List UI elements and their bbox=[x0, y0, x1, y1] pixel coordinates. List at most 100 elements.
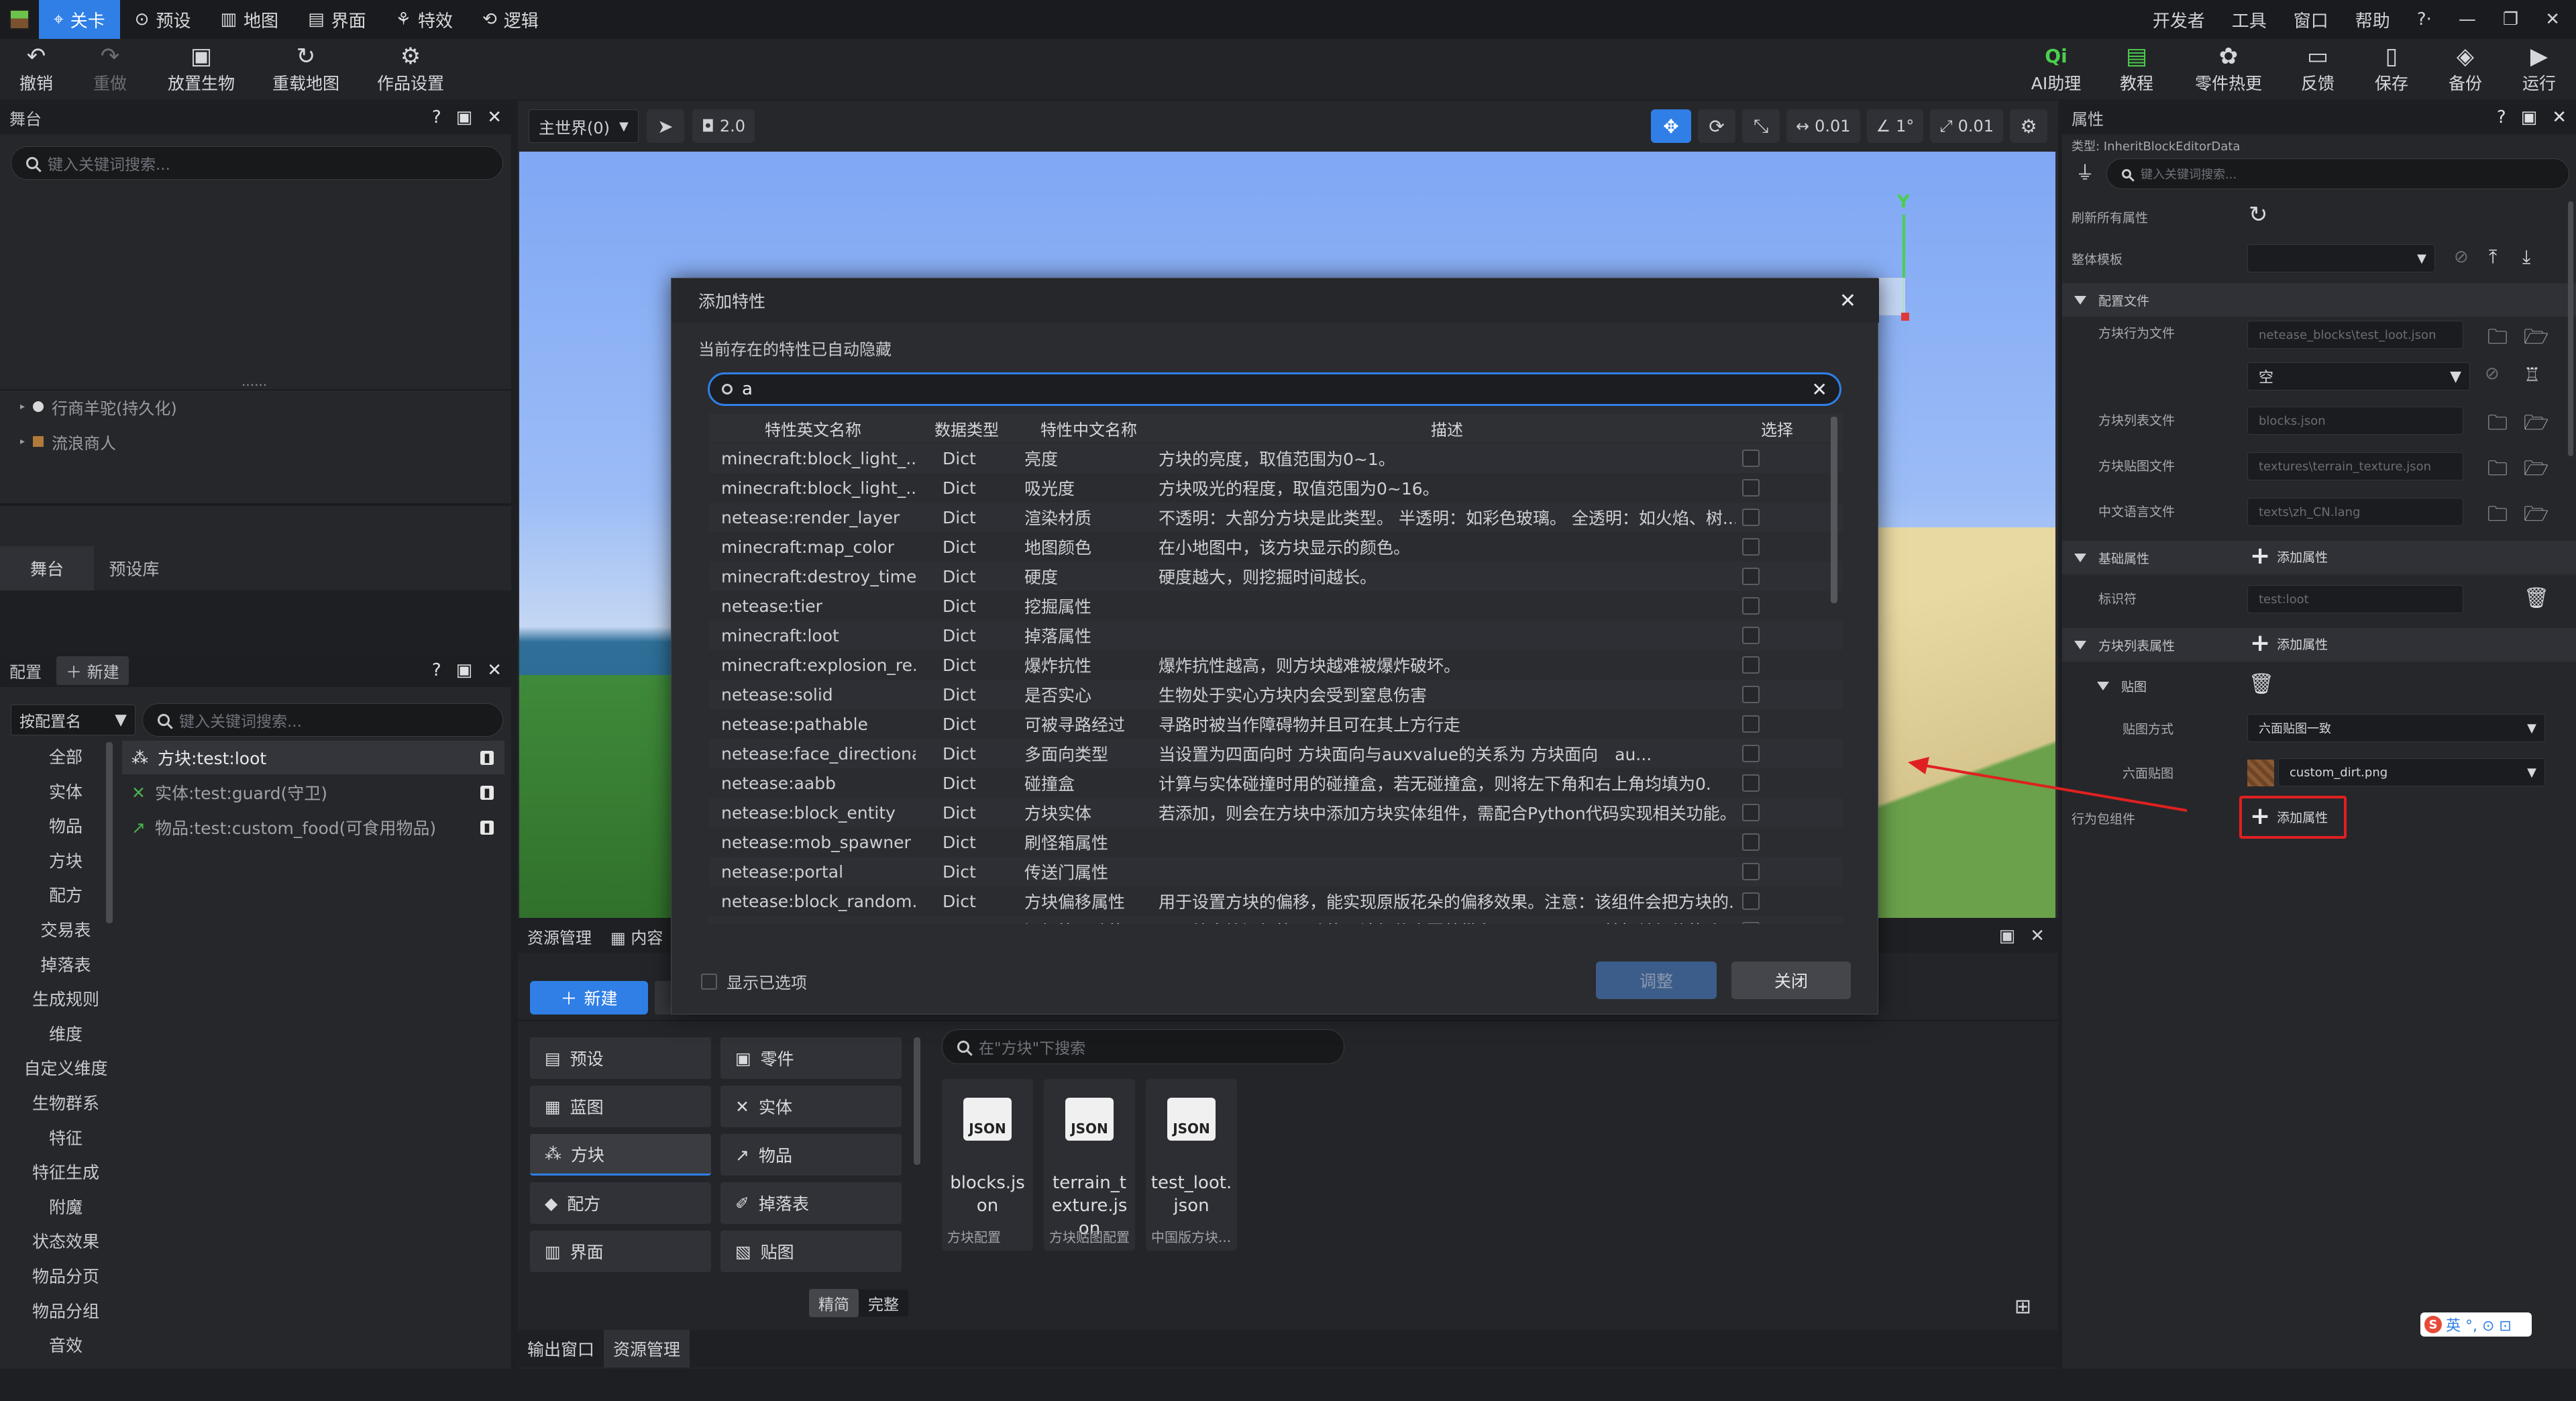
hot-update-button[interactable]: ✿ 零件热更 bbox=[2188, 39, 2269, 99]
properties-search-input[interactable]: 键入关键词搜索... bbox=[2106, 158, 2569, 189]
resource-category-button[interactable]: ▦ 蓝图 bbox=[530, 1086, 711, 1127]
table-row[interactable]: netease:block_random... Dict 方块偏移属性 用于设置方块的… bbox=[709, 886, 1843, 916]
resource-category-button[interactable]: ✐ 掉落表 bbox=[720, 1182, 902, 1224]
table-row[interactable]: minecraft:destroy_time Dict 硬度 硬度越大，则挖掘时间越长… bbox=[709, 562, 1843, 591]
close-icon[interactable]: ✕ bbox=[1839, 289, 1856, 313]
category-item[interactable]: 实体 bbox=[12, 776, 119, 809]
category-item[interactable]: 特征 bbox=[12, 1122, 119, 1155]
undo-button[interactable]: ↶ 撤销 bbox=[9, 39, 63, 99]
mode-compact[interactable]: 精简 bbox=[809, 1289, 859, 1317]
category-item[interactable]: 生物群系 bbox=[12, 1087, 119, 1121]
confirm-button[interactable]: 调整 bbox=[1596, 962, 1717, 999]
tab-output[interactable]: 输出窗口 bbox=[518, 1337, 604, 1361]
id-input[interactable]: test:loot bbox=[2247, 585, 2463, 613]
add-basic-attr-button[interactable]: + 添加属性 bbox=[2250, 544, 2328, 568]
settings-icon[interactable]: ⚙ bbox=[2010, 109, 2047, 143]
category-item[interactable]: 特征生成 bbox=[12, 1156, 119, 1190]
tab-resource-manager[interactable]: 资源管理 bbox=[604, 1330, 690, 1367]
table-row[interactable]: minecraft:block_light_... Dict 吸光度 方块吸光的程度，… bbox=[709, 473, 1843, 503]
mode-full[interactable]: 完整 bbox=[859, 1289, 908, 1317]
folder-icon[interactable]: 🗁 bbox=[2524, 454, 2548, 488]
folder-icon[interactable]: 🗁 bbox=[2524, 408, 2548, 442]
resource-category-button[interactable]: ▧ 贴图 bbox=[720, 1231, 902, 1272]
table-row[interactable]: netease:aabb Dict 碰撞盒 计算与实体碰撞时用的碰撞盒，若无碰撞盒，则… bbox=[709, 768, 1843, 798]
config-item[interactable]: ✕ 实体:test:guard(守卫) ▮ bbox=[122, 776, 504, 809]
download-icon[interactable]: ⤓ bbox=[2522, 246, 2530, 268]
category-item[interactable]: 物品 bbox=[12, 810, 119, 843]
texture-subsection[interactable]: 贴图 bbox=[2097, 672, 2147, 699]
resource-category-button[interactable]: ▣ 零件 bbox=[720, 1037, 902, 1079]
table-row[interactable]: netease:render_layer Dict 渲染材质 不透明：大部分方块是此类… bbox=[709, 503, 1843, 532]
open-folder-icon[interactable]: 🗀 bbox=[2487, 408, 2508, 442]
section-config-files[interactable]: 配置文件 bbox=[2062, 283, 2576, 317]
folder-icon[interactable]: 🗁 bbox=[2524, 499, 2548, 533]
tab-content[interactable]: ▦ 内容 bbox=[601, 925, 672, 948]
maximize-icon[interactable]: ▣ bbox=[456, 660, 473, 680]
angle-step[interactable]: ∠ 1° bbox=[1866, 109, 1924, 143]
rotate-tool-icon[interactable]: ⟳ bbox=[1698, 109, 1736, 143]
resource-category-button[interactable]: ✕ 实体 bbox=[720, 1086, 902, 1127]
select-checkbox[interactable] bbox=[1742, 892, 1760, 910]
save-button[interactable]: ▯ 保存 bbox=[2355, 39, 2428, 99]
show-selected-checkbox[interactable]: 显示已选项 bbox=[701, 970, 807, 993]
menu-effect[interactable]: ⚘ 特效 bbox=[381, 0, 468, 39]
table-row[interactable]: netease:mob_spawner Dict 刷怪箱属性 bbox=[709, 827, 1843, 857]
splitter-handle[interactable]: ······ bbox=[241, 377, 267, 393]
resources-new-button[interactable]: ＋新建 bbox=[530, 981, 648, 1015]
table-row[interactable]: netease:pathable Dict 可被寻路经过 寻路时被当作障碍物并且可在其… bbox=[709, 709, 1843, 739]
run-button[interactable]: ▶ 运行 bbox=[2502, 39, 2576, 99]
resources-scrollbar[interactable] bbox=[914, 1037, 920, 1165]
maximize-icon[interactable]: ▣ bbox=[1999, 926, 2016, 946]
menu-map[interactable]: ▥ 地图 bbox=[205, 0, 293, 39]
resource-category-button[interactable]: ▥ 界面 bbox=[530, 1231, 711, 1272]
close-window-icon[interactable]: ✕ bbox=[2545, 9, 2560, 30]
template-select[interactable]: ▼ bbox=[2247, 244, 2435, 272]
menu-window[interactable]: 窗口 bbox=[2294, 7, 2328, 32]
lang-file-input[interactable]: texts\zh_CN.lang bbox=[2247, 498, 2463, 526]
add-list-attr-button[interactable]: + 添加属性 bbox=[2250, 631, 2328, 656]
scale-tool-icon[interactable]: ⤡ bbox=[1742, 109, 1780, 143]
tab-stage[interactable]: 舞台 bbox=[0, 546, 94, 590]
work-settings-button[interactable]: ⚙ 作品设置 bbox=[370, 39, 451, 99]
select-checkbox[interactable] bbox=[1742, 568, 1760, 585]
send-icon[interactable]: ➤ bbox=[646, 109, 684, 143]
behavior-file-input[interactable]: netease_blocks\test_loot.json bbox=[2247, 321, 2463, 349]
close-icon[interactable]: ✕ bbox=[487, 660, 502, 680]
select-checkbox[interactable] bbox=[1742, 538, 1760, 556]
table-row[interactable]: netease:face_directional Dict 多面向类型 当设置为四面向… bbox=[709, 739, 1843, 768]
help-icon[interactable]: ?· bbox=[2417, 9, 2432, 30]
category-item[interactable]: 状态效果 bbox=[12, 1225, 119, 1259]
asset-file[interactable]: JSON blocks.json 方块配置 bbox=[942, 1079, 1033, 1251]
behavior-option-select[interactable]: 空 ▼ bbox=[2247, 362, 2470, 391]
scale-step[interactable]: ⤢ 0.01 bbox=[1930, 109, 2003, 143]
new-config-button[interactable]: ＋ 新建 bbox=[56, 656, 129, 685]
dialog-close-button[interactable]: 关闭 bbox=[1731, 962, 1851, 999]
config-search-input[interactable]: 键入关键词搜索... bbox=[142, 703, 503, 737]
select-checkbox[interactable] bbox=[1742, 686, 1760, 703]
category-item[interactable]: 配方 bbox=[12, 879, 119, 913]
category-item[interactable]: 物品分组 bbox=[12, 1295, 119, 1329]
select-checkbox[interactable] bbox=[1742, 656, 1760, 674]
select-checkbox[interactable] bbox=[1742, 509, 1760, 526]
category-item[interactable]: 全部 bbox=[12, 741, 119, 774]
resource-category-button[interactable]: ▤ 预设 bbox=[530, 1037, 711, 1079]
asset-file[interactable]: JSON terrain_texture.json 方块贴图配置 bbox=[1044, 1079, 1135, 1251]
category-item[interactable]: 生成规则 bbox=[12, 983, 119, 1017]
tex-mode-select[interactable]: 六面贴图一致 ▼ bbox=[2247, 714, 2545, 742]
grid-view-icon[interactable]: ⊞ bbox=[2015, 1295, 2031, 1318]
tree-item[interactable]: ▸ 行商羊驼(持久化) bbox=[20, 389, 177, 424]
tree-item[interactable]: ▸ 流浪商人 bbox=[20, 424, 116, 459]
world-select[interactable]: 主世界(0) ▼ bbox=[529, 109, 639, 143]
open-folder-icon[interactable]: 🗀 bbox=[2487, 454, 2508, 488]
ai-assistant-button[interactable]: Qi AI助理 bbox=[2019, 39, 2093, 99]
menu-tools[interactable]: 工具 bbox=[2232, 7, 2267, 32]
menu-developer[interactable]: 开发者 bbox=[2153, 7, 2205, 32]
trash-icon[interactable]: 🗑 bbox=[2249, 672, 2274, 696]
category-item[interactable]: 交易表 bbox=[12, 914, 119, 947]
reload-map-button[interactable]: ↻ 重载地图 bbox=[266, 39, 346, 99]
close-icon[interactable]: ✕ bbox=[487, 107, 502, 127]
table-row[interactable]: netease:portal Dict 传送门属性 bbox=[709, 857, 1843, 886]
resource-category-button[interactable]: ↗ 物品 bbox=[720, 1134, 902, 1176]
category-scrollbar[interactable] bbox=[106, 742, 113, 923]
maximize-icon[interactable]: ▣ bbox=[2521, 107, 2538, 127]
